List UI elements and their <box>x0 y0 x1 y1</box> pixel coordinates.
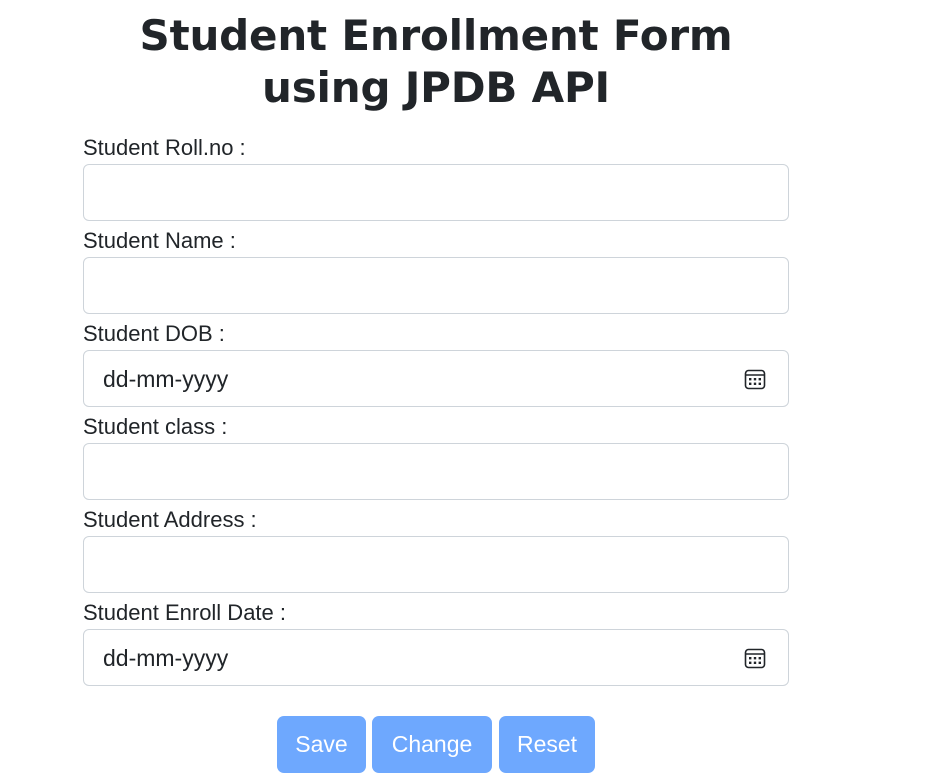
calendar-icon[interactable] <box>744 647 766 669</box>
enroll-date-input[interactable]: dd-mm-yyyy <box>83 629 789 686</box>
roll-no-label: Student Roll.no : <box>83 135 246 160</box>
name-input[interactable] <box>83 257 789 314</box>
enroll-date-label: Student Enroll Date : <box>83 600 287 625</box>
class-input[interactable] <box>83 443 789 500</box>
class-label: Student class : <box>83 414 228 439</box>
dob-label: Student DOB : <box>83 321 225 346</box>
page-title: Student Enrollment Form using JPDB API <box>139 11 733 112</box>
address-input[interactable] <box>83 536 789 593</box>
enroll-date-placeholder: dd-mm-yyyy <box>103 645 229 671</box>
name-label: Student Name : <box>83 228 236 253</box>
address-label: Student Address : <box>83 507 257 532</box>
dob-placeholder: dd-mm-yyyy <box>103 366 229 392</box>
dob-input[interactable]: dd-mm-yyyy <box>83 350 789 407</box>
roll-no-input[interactable] <box>83 164 789 221</box>
calendar-icon[interactable] <box>744 368 766 390</box>
change-button[interactable]: Change <box>372 716 492 773</box>
reset-button[interactable]: Reset <box>499 716 595 773</box>
save-button[interactable]: Save <box>277 716 366 773</box>
